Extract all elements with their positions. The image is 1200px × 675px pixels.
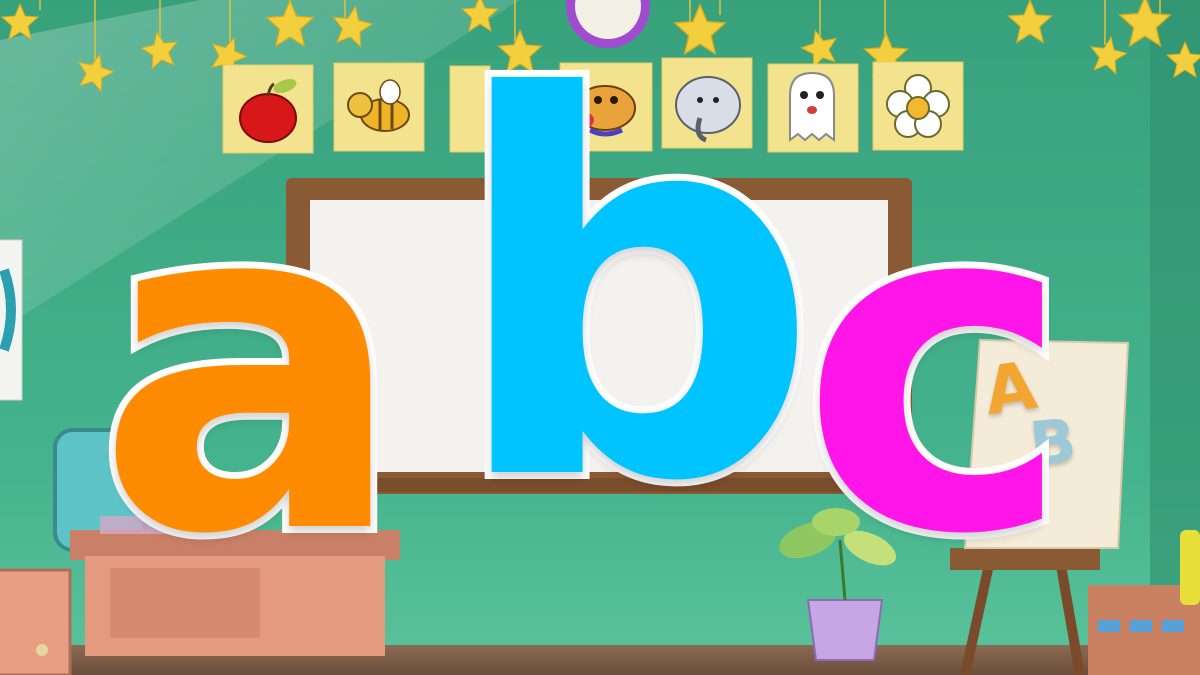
cabinet xyxy=(0,568,72,675)
classroom-scene: A B a b c xyxy=(0,0,1200,675)
wall-poster xyxy=(0,239,23,401)
title-letter-c: c xyxy=(793,100,1080,635)
title-letter-a: a xyxy=(89,100,413,635)
title-letter-b: b xyxy=(441,0,827,595)
